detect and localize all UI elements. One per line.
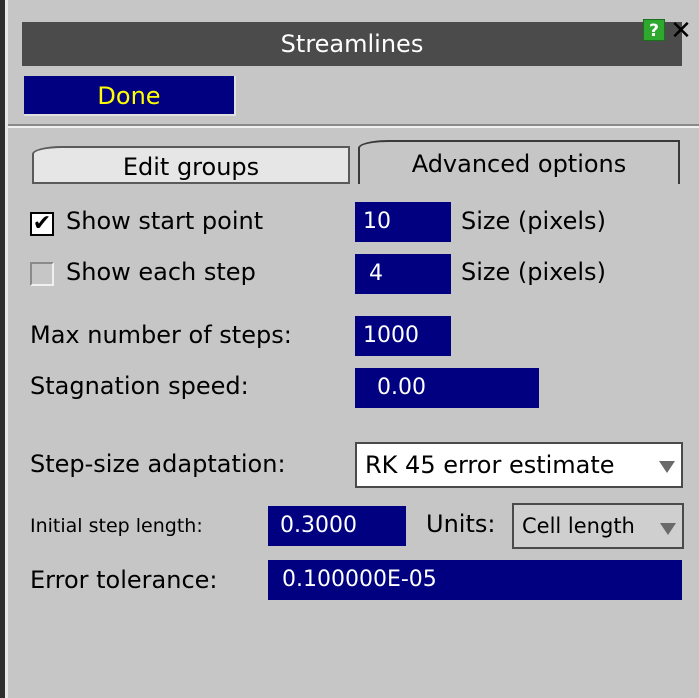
streamlines-window: Streamlines ? ✕ Done Edit groups Advance… [0, 0, 699, 698]
step-size-label: Size (pixels) [461, 258, 606, 286]
show-each-step-checkbox[interactable] [30, 262, 54, 286]
tab-edit-groups[interactable]: Edit groups [32, 146, 350, 184]
show-each-step-label: Show each step [66, 258, 256, 286]
step-size-adaptation-label: Step-size adaptation: [30, 450, 286, 478]
dropdown-arrow-icon [660, 523, 676, 535]
units-select[interactable]: Cell length [512, 503, 684, 549]
start-point-size-field[interactable]: 10 [355, 202, 451, 242]
dropdown-arrow-icon [659, 461, 675, 473]
stagnation-speed-field[interactable]: 0.00 [355, 368, 539, 408]
error-tolerance-label: Error tolerance: [30, 566, 218, 594]
window-title: Streamlines [22, 22, 682, 66]
show-start-point-label: Show start point [66, 207, 264, 235]
window-left-highlight [5, 0, 8, 698]
checkmark-icon: ✔ [32, 211, 52, 236]
close-icon[interactable]: ✕ [668, 18, 694, 44]
initial-step-length-label: Initial step length: [30, 515, 203, 537]
show-start-point-checkbox[interactable]: ✔ [30, 212, 54, 236]
step-size-field[interactable]: 4 [355, 254, 451, 294]
step-size-adaptation-value: RK 45 error estimate [365, 451, 615, 479]
error-tolerance-field[interactable]: 0.100000E-05 [268, 560, 682, 600]
max-steps-label: Max number of steps: [30, 321, 292, 349]
done-button[interactable]: Done [24, 76, 236, 116]
tab-advanced-options[interactable]: Advanced options [358, 140, 680, 184]
units-label: Units: [426, 510, 496, 538]
stagnation-speed-label: Stagnation speed: [30, 372, 249, 400]
help-icon[interactable]: ? [643, 19, 665, 41]
max-steps-field[interactable]: 1000 [355, 316, 451, 356]
step-size-adaptation-select[interactable]: RK 45 error estimate [355, 442, 683, 488]
units-value: Cell length [522, 514, 635, 538]
divider-highlight [8, 126, 699, 128]
start-point-size-label: Size (pixels) [461, 207, 606, 235]
initial-step-length-field[interactable]: 0.3000 [268, 506, 406, 546]
